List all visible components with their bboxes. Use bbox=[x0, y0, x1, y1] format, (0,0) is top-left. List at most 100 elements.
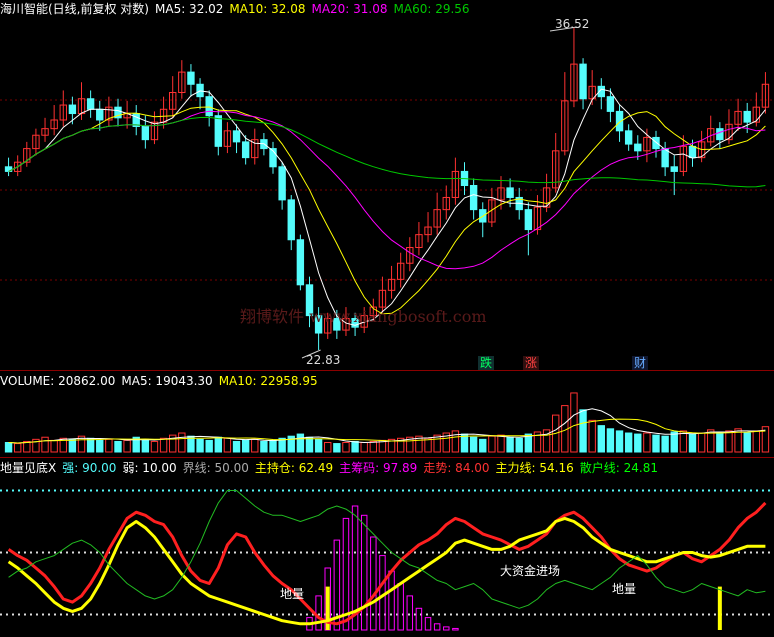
indicator-bar bbox=[452, 627, 459, 631]
indicator-bar bbox=[424, 617, 432, 631]
candle-down bbox=[469, 185, 478, 211]
volume-bar bbox=[643, 432, 651, 453]
candle-down bbox=[278, 166, 286, 201]
ma60-label: MA60: 29.56 bbox=[393, 2, 470, 16]
volume-bar bbox=[469, 436, 478, 453]
boundary-label: 界线: 50.00 bbox=[182, 461, 249, 475]
ma60-line bbox=[8, 116, 766, 188]
volume-bar bbox=[606, 428, 615, 453]
volume-bar bbox=[360, 442, 368, 453]
volume-bar bbox=[570, 392, 578, 453]
volume-bar bbox=[351, 440, 359, 453]
volume-label: VOLUME: 20862.00 bbox=[0, 374, 116, 388]
volume-bar bbox=[13, 443, 22, 453]
diliang-label-2: 地量 bbox=[612, 582, 637, 596]
volume-bar bbox=[479, 438, 487, 453]
low-price-label: 22.83 bbox=[306, 353, 341, 367]
volume-bar bbox=[752, 430, 761, 453]
weak-label: 弱: 10.00 bbox=[122, 461, 177, 475]
vol-ma5-label: MA5: 19043.30 bbox=[121, 374, 213, 388]
candle-down bbox=[624, 130, 633, 145]
volume-bar bbox=[150, 440, 159, 453]
volume-bar bbox=[241, 439, 250, 453]
candle-down bbox=[86, 98, 95, 110]
ma10-label: MA10: 32.08 bbox=[229, 2, 306, 16]
volume-bar bbox=[232, 440, 241, 453]
diliang-signal-2 bbox=[717, 586, 722, 630]
volume-bar bbox=[716, 431, 724, 453]
candle-down bbox=[96, 108, 104, 121]
candle-down bbox=[688, 145, 697, 159]
zhang-signal: 涨 bbox=[523, 356, 540, 370]
volume-bar bbox=[178, 432, 186, 453]
candle-down bbox=[187, 71, 195, 85]
candle-down bbox=[214, 115, 222, 147]
volume-bar bbox=[324, 442, 332, 453]
volume-bar bbox=[96, 439, 104, 453]
volume-bar bbox=[251, 438, 259, 453]
volume-bar bbox=[123, 439, 131, 453]
volume-bar bbox=[661, 435, 669, 453]
volume-bar bbox=[269, 439, 277, 453]
volume-bar bbox=[743, 432, 751, 453]
candle-down bbox=[716, 128, 724, 141]
diliang-label-1: 地量 bbox=[280, 587, 305, 601]
ma20-label: MA20: 31.08 bbox=[311, 2, 388, 16]
volume-bar bbox=[588, 419, 596, 453]
candle-down bbox=[606, 96, 615, 112]
ma5-line bbox=[8, 88, 766, 326]
volume-bar bbox=[141, 438, 150, 453]
die-signal: 跌 bbox=[478, 356, 495, 370]
volume-bar bbox=[333, 443, 341, 453]
candle-down bbox=[287, 199, 295, 241]
main-header: 海川智能(日线,前复权 对数) MA5: 32.02 MA10: 32.08 MA20… bbox=[0, 2, 476, 16]
main-line-label: 主力线: 54.16 bbox=[495, 461, 574, 475]
indicator-bar bbox=[388, 570, 395, 631]
watermark: 翔博软件 www.xiangbosoft.com bbox=[240, 307, 487, 326]
retail-line bbox=[8, 490, 766, 609]
indicator-bar bbox=[443, 626, 450, 631]
vol-ma5-line bbox=[8, 408, 766, 444]
volume-bar bbox=[670, 431, 678, 453]
volume-bar bbox=[615, 430, 624, 453]
cai-signal: 财 bbox=[632, 356, 649, 370]
candle-down bbox=[241, 141, 250, 159]
volume-bar bbox=[196, 438, 204, 453]
volume-bar bbox=[41, 436, 49, 453]
volume-header: VOLUME: 20862.00 MA5: 19043.30 MA10: 22958… bbox=[0, 374, 324, 388]
volume-bar bbox=[725, 430, 733, 453]
indicator-bar bbox=[315, 595, 322, 631]
candle-down bbox=[232, 130, 241, 143]
chips-label: 主筹码: 97.89 bbox=[339, 461, 418, 475]
indicator-header: 地量见底X 强: 90.00 弱: 10.00 界线: 50.00 主持仓: 62.49… bbox=[0, 461, 664, 475]
stock-title: 海川智能(日线,前复权 对数) bbox=[0, 2, 149, 16]
candle-down bbox=[296, 239, 305, 286]
holding-label: 主持仓: 62.49 bbox=[254, 461, 334, 475]
indicator-name: 地量见底X bbox=[0, 461, 57, 475]
retail-line-label: 散户线: 24.81 bbox=[579, 461, 658, 475]
candle-down bbox=[506, 187, 514, 198]
volume-bar bbox=[624, 432, 633, 453]
volume-bar bbox=[314, 438, 323, 453]
candle-down bbox=[141, 125, 150, 141]
candle-down bbox=[743, 110, 751, 123]
indicator-bar bbox=[433, 623, 441, 631]
high-price-label: 36.52 bbox=[555, 17, 590, 31]
holding-line bbox=[7, 501, 767, 626]
candle-down bbox=[652, 136, 660, 150]
volume-bar bbox=[597, 425, 605, 453]
volume-bar bbox=[488, 435, 496, 453]
big-money-label: 大资金进场 bbox=[500, 564, 561, 578]
volume-bar bbox=[260, 440, 268, 453]
panel-divider-main bbox=[0, 370, 774, 371]
indicator-bar bbox=[360, 514, 368, 631]
trend-label: 走势: 84.00 bbox=[423, 461, 490, 475]
volume-bar bbox=[342, 442, 350, 453]
volume-bar bbox=[205, 439, 213, 453]
indicator-bar bbox=[406, 595, 414, 631]
volume-bar bbox=[369, 440, 378, 453]
ma5-label: MA5: 32.02 bbox=[155, 2, 224, 16]
volume-bar bbox=[296, 433, 305, 453]
indicator-bar bbox=[397, 583, 404, 631]
volume-bar bbox=[697, 432, 706, 453]
